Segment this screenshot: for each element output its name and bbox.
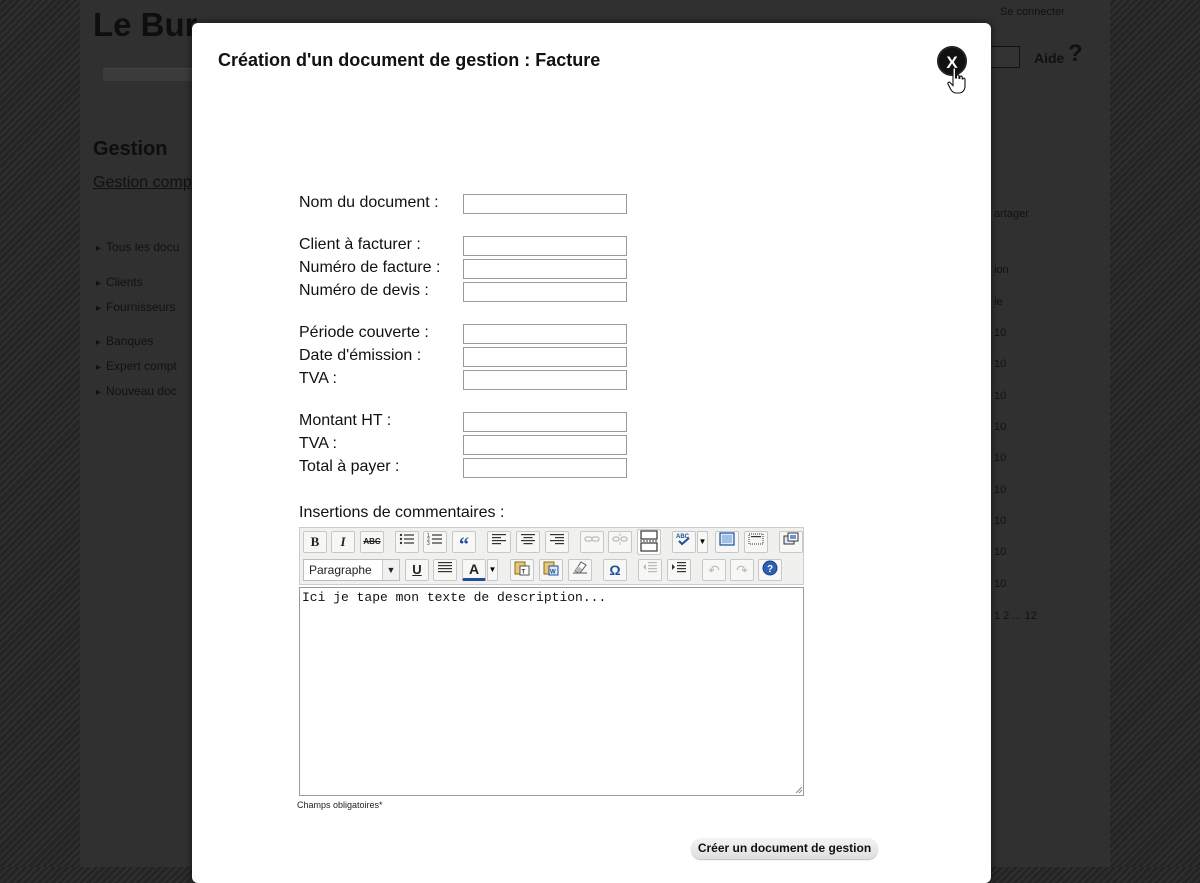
right-item: 10 xyxy=(994,452,1007,464)
nav-item-new-doc: Nouveau doc xyxy=(96,384,177,398)
background-menu-bar xyxy=(103,68,193,81)
breadcrumb-link: Gestion comp xyxy=(93,174,192,191)
unlink-icon[interactable] xyxy=(608,531,632,553)
svg-text:T: T xyxy=(522,570,526,576)
create-document-modal: Création d'un document de gestion : Fact… xyxy=(192,23,991,883)
blockquote-icon[interactable]: “ xyxy=(452,531,476,556)
hand-cursor-icon xyxy=(947,67,966,94)
field-label-vat-rate: TVA : xyxy=(299,370,337,387)
document-name-input[interactable] xyxy=(463,194,627,214)
right-item: ie xyxy=(994,296,1003,308)
remove-format-icon[interactable] xyxy=(568,559,592,581)
media-icon[interactable] xyxy=(779,531,803,553)
numbered-list-icon[interactable]: 123 xyxy=(423,531,447,553)
editor-toolbar: B I ABC 123 “ ABC ▼ Paragraphe ▼ U A ▼ T… xyxy=(299,527,804,585)
vat-rate-input[interactable] xyxy=(463,370,627,390)
help-icon[interactable]: ? xyxy=(758,559,782,581)
field-label-issue-date: Date d'émission : xyxy=(299,347,422,364)
site-title: Le Bur xyxy=(93,6,198,43)
format-select-value: Paragraphe xyxy=(309,563,372,577)
italic-icon[interactable]: I xyxy=(331,531,355,553)
field-label-client: Client à facturer : xyxy=(299,236,421,253)
align-left-icon[interactable] xyxy=(487,531,511,553)
bold-icon[interactable]: B xyxy=(303,531,327,553)
field-label-amount-excl-tax: Montant HT : xyxy=(299,412,392,429)
align-right-icon[interactable] xyxy=(545,531,569,553)
resize-grip-icon[interactable] xyxy=(794,785,803,794)
justify-icon[interactable] xyxy=(433,559,457,581)
required-fields-note: Champs obligatoires* xyxy=(297,800,383,810)
quote-number-input[interactable] xyxy=(463,282,627,302)
right-item: 10 xyxy=(994,578,1007,590)
svg-text:W: W xyxy=(550,570,556,576)
right-item: 10 xyxy=(994,327,1007,339)
underline-icon[interactable]: U xyxy=(405,559,429,581)
help-icon: ? xyxy=(1068,40,1083,67)
page-break-icon[interactable] xyxy=(637,529,661,555)
background-search-input xyxy=(990,46,1020,68)
issue-date-input[interactable] xyxy=(463,347,627,367)
right-item: artager xyxy=(994,208,1029,220)
modal-title: Création d'un document de gestion : Fact… xyxy=(218,50,601,70)
right-item: 10 xyxy=(994,546,1007,558)
special-char-icon[interactable]: Ω xyxy=(603,559,627,581)
svg-text:3: 3 xyxy=(427,541,430,546)
right-item: 10 xyxy=(994,421,1007,433)
field-label-invoice-number: Numéro de facture : xyxy=(299,259,441,276)
spellcheck-dropdown-icon[interactable]: ▼ xyxy=(697,531,708,553)
vat-amount-input[interactable] xyxy=(463,435,627,455)
nav-item-banks: Banques xyxy=(96,334,153,348)
text-color-icon[interactable]: A xyxy=(462,559,486,581)
nav-item-accountant: Expert compt xyxy=(96,359,177,373)
help-link: Aide xyxy=(1034,50,1065,66)
paste-text-icon[interactable]: T xyxy=(510,559,534,581)
link-icon[interactable] xyxy=(580,531,604,553)
create-document-button[interactable]: Créer un document de gestion xyxy=(691,838,878,859)
strikethrough-icon[interactable]: ABC xyxy=(360,531,384,553)
total-input[interactable] xyxy=(463,458,627,478)
spellcheck-icon[interactable]: ABC xyxy=(672,531,696,553)
field-label-period: Période couverte : xyxy=(299,324,429,341)
nav-item-clients: Clients xyxy=(96,275,143,289)
right-item: 10 xyxy=(994,390,1007,402)
text-color-dropdown-icon[interactable]: ▼ xyxy=(487,559,498,581)
pagination: 1 2 ... 12 xyxy=(994,610,1037,622)
field-label-document-name: Nom du document : xyxy=(299,194,439,211)
invoice-number-input[interactable] xyxy=(463,259,627,279)
right-item: 10 xyxy=(994,358,1007,370)
help-glyph: ? xyxy=(767,564,773,575)
comments-label: Insertions de commentaires : xyxy=(299,504,505,521)
right-item: 10 xyxy=(994,484,1007,496)
nav-item-all-docs: Tous les docu xyxy=(96,240,179,254)
right-item: ion xyxy=(994,264,1009,276)
indent-icon[interactable] xyxy=(667,559,691,581)
period-input[interactable] xyxy=(463,324,627,344)
field-label-vat-amount: TVA : xyxy=(299,435,337,452)
comments-editor[interactable]: Ici je tape mon texte de description... xyxy=(299,587,804,796)
right-item: 10 xyxy=(994,515,1007,527)
align-center-icon[interactable] xyxy=(516,531,540,553)
field-label-total: Total à payer : xyxy=(299,458,400,475)
format-select[interactable]: Paragraphe ▼ xyxy=(303,559,400,581)
nav-item-suppliers: Fournisseurs xyxy=(96,300,175,314)
field-label-quote-number: Numéro de devis : xyxy=(299,282,429,299)
fullscreen-icon[interactable] xyxy=(715,531,739,553)
chevron-down-icon: ▼ xyxy=(382,560,399,580)
client-input[interactable] xyxy=(463,236,627,256)
bullet-list-icon[interactable] xyxy=(395,531,419,553)
outdent-icon[interactable] xyxy=(638,559,662,581)
amount-excl-tax-input[interactable] xyxy=(463,412,627,432)
visual-aid-icon[interactable] xyxy=(744,531,768,553)
section-heading: Gestion xyxy=(93,138,168,160)
undo-icon[interactable]: ↶ xyxy=(702,559,726,581)
login-link: Se connecter xyxy=(1000,6,1065,18)
paste-word-icon[interactable]: W xyxy=(539,559,563,581)
redo-icon[interactable]: ↷ xyxy=(730,559,754,581)
